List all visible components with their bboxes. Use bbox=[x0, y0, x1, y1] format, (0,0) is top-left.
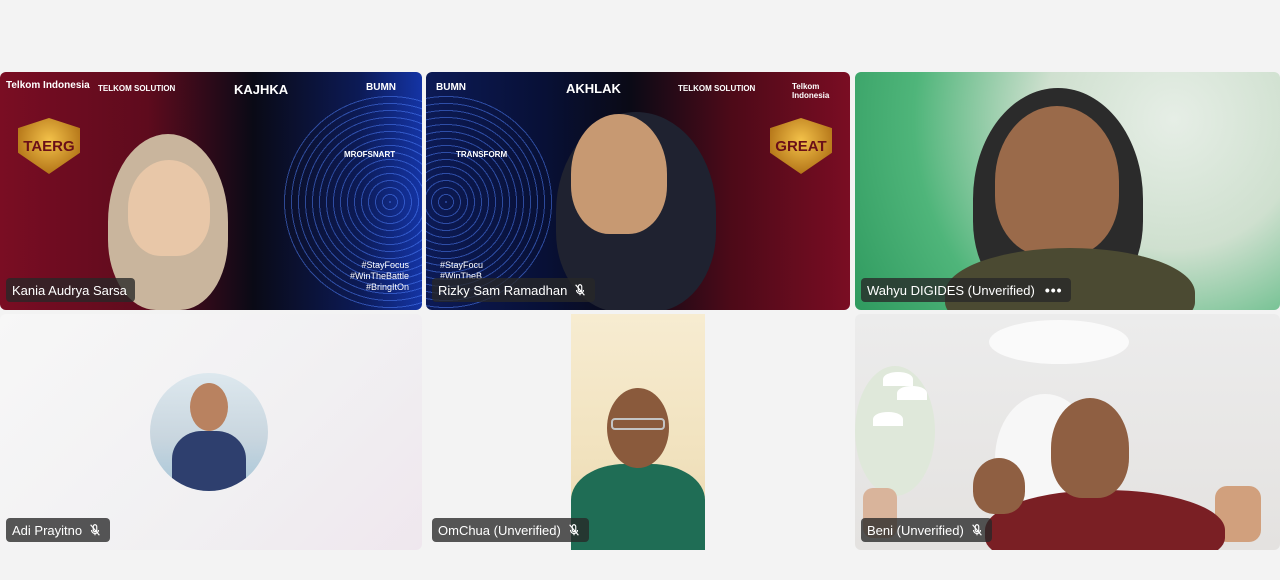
telkom-solution-text: TELKOM SOLUTION bbox=[678, 84, 756, 93]
portrait-video bbox=[571, 314, 705, 550]
telkom-logo: Telkom Indonesia bbox=[792, 82, 830, 100]
video-tile-rizky[interactable]: BUMN AKHLAK TELKOM SOLUTION Telkom Indon… bbox=[426, 72, 850, 310]
glasses bbox=[611, 418, 665, 430]
participant-face bbox=[1051, 398, 1129, 498]
participant-name: Adi Prayitno bbox=[12, 522, 83, 538]
pendant-lamp bbox=[873, 412, 903, 426]
participant-face bbox=[571, 114, 667, 234]
participant-name: Kania Audrya Sarsa bbox=[12, 282, 127, 298]
mic-off-icon bbox=[575, 284, 586, 296]
mic-off-icon bbox=[972, 524, 982, 536]
video-tile-kania[interactable]: Telkom Indonesia TELKOM SOLUTION KAJHKA … bbox=[0, 72, 422, 310]
telkom-solution-text: TELKOM SOLUTION bbox=[98, 84, 176, 93]
great-badge: TAERG bbox=[18, 118, 80, 174]
great-badge: GREAT bbox=[770, 118, 832, 174]
avatar-face bbox=[190, 383, 228, 431]
participant-name: Beni (Unverified) bbox=[867, 522, 964, 538]
video-tile-omchua[interactable]: OmChua (Unverified) bbox=[426, 314, 850, 550]
mic-off-icon bbox=[90, 524, 100, 536]
akhlak-logo-mirrored: KAJHKA bbox=[234, 82, 289, 97]
participant-name: Wahyu DIGIDES (Unverified) bbox=[867, 282, 1035, 298]
participant-face bbox=[128, 160, 210, 256]
participant-shirt bbox=[571, 464, 705, 550]
participant-name: OmChua (Unverified) bbox=[438, 522, 561, 538]
hashtags: #StayFocus #WinTheBattle #BringItOn bbox=[350, 260, 410, 292]
name-label: OmChua (Unverified) bbox=[432, 518, 589, 542]
avatar bbox=[150, 373, 268, 491]
participant-face bbox=[995, 106, 1119, 256]
video-tile-beni[interactable]: Beni (Unverified) bbox=[855, 314, 1280, 550]
akhlak-logo: AKHLAK bbox=[566, 81, 621, 96]
pendant-lamp bbox=[883, 372, 913, 386]
video-tile-adi[interactable]: Adi Prayitno bbox=[0, 314, 422, 550]
avatar-shirt bbox=[172, 431, 246, 491]
transform-text: TRANSFORM bbox=[456, 150, 508, 159]
video-tile-wahyu[interactable]: Wahyu DIGIDES (Unverified) ••• bbox=[855, 72, 1280, 310]
name-label: Kania Audrya Sarsa bbox=[6, 278, 135, 302]
name-label: Adi Prayitno bbox=[6, 518, 111, 542]
pendant-lamp bbox=[897, 386, 927, 400]
participant-name: Rizky Sam Ramadhan bbox=[438, 282, 568, 298]
transform-text: MROFSNART bbox=[344, 150, 396, 159]
participant-fist bbox=[973, 458, 1025, 514]
name-label: Rizky Sam Ramadhan bbox=[432, 278, 596, 302]
name-label: Beni (Unverified) bbox=[861, 518, 992, 542]
ceiling-light bbox=[989, 320, 1129, 364]
name-label: Wahyu DIGIDES (Unverified) ••• bbox=[861, 278, 1071, 302]
telkom-logo-mirrored: Telkom Indonesia bbox=[6, 80, 90, 91]
more-options-icon[interactable]: ••• bbox=[1045, 282, 1063, 298]
mic-off-icon bbox=[569, 524, 579, 536]
